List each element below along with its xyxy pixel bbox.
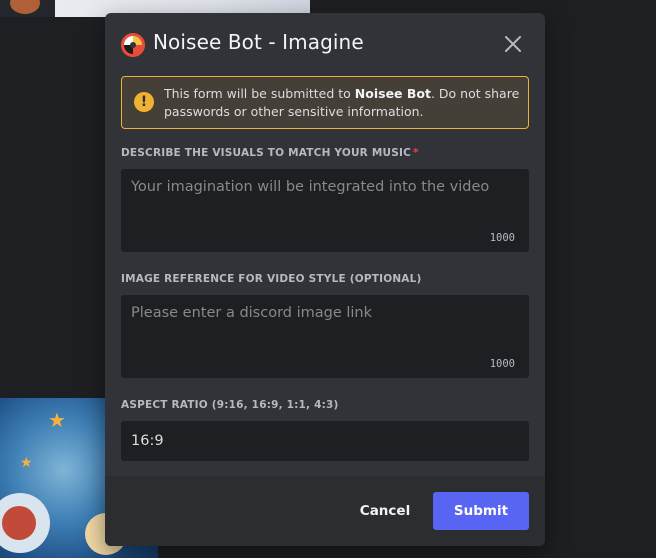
image-reference-char-count: 1000 — [489, 358, 515, 370]
aspect-ratio-input[interactable] — [121, 421, 529, 461]
visuals-char-count: 1000 — [489, 232, 515, 244]
close-icon[interactable] — [503, 34, 523, 54]
star-decoration: ★ — [20, 455, 33, 471]
visuals-textarea[interactable] — [121, 169, 529, 252]
cancel-button[interactable]: Cancel — [351, 492, 419, 530]
warning-text-prefix: This form will be submitted to — [164, 86, 355, 101]
aspect-ratio-label: Aspect ratio (9:16, 16:9, 1:1, 4:3) — [121, 399, 339, 411]
imagine-modal: Noisee Bot - Imagine ! This form will be… — [105, 13, 545, 546]
modal-footer: Cancel Submit — [105, 476, 545, 546]
visuals-textarea-container: 1000 — [121, 169, 529, 252]
image-reference-textarea-container: 1000 — [121, 295, 529, 378]
image-reference-textarea[interactable] — [121, 295, 529, 378]
modal-title: Noisee Bot - Imagine — [153, 30, 364, 54]
required-marker: * — [412, 147, 419, 159]
visuals-label-text: Describe the visuals to match your music — [121, 147, 411, 159]
submit-button[interactable]: Submit — [433, 492, 529, 530]
submission-warning: ! This form will be submitted to Noisee … — [121, 76, 529, 129]
visuals-label: Describe the visuals to match your music… — [121, 147, 419, 159]
warning-icon: ! — [134, 92, 154, 112]
warning-bot-name: Noisee Bot — [354, 86, 431, 101]
modal-header: Noisee Bot - Imagine — [105, 13, 545, 75]
image-reference-label: Image reference for video style (optiona… — [121, 273, 422, 285]
background-artwork-top-left — [0, 0, 55, 17]
warning-text: This form will be submitted to Noisee Bo… — [164, 85, 524, 121]
aspect-ratio-input-container — [121, 421, 529, 461]
noisee-bot-icon — [121, 33, 145, 57]
star-decoration: ★ — [48, 408, 66, 432]
